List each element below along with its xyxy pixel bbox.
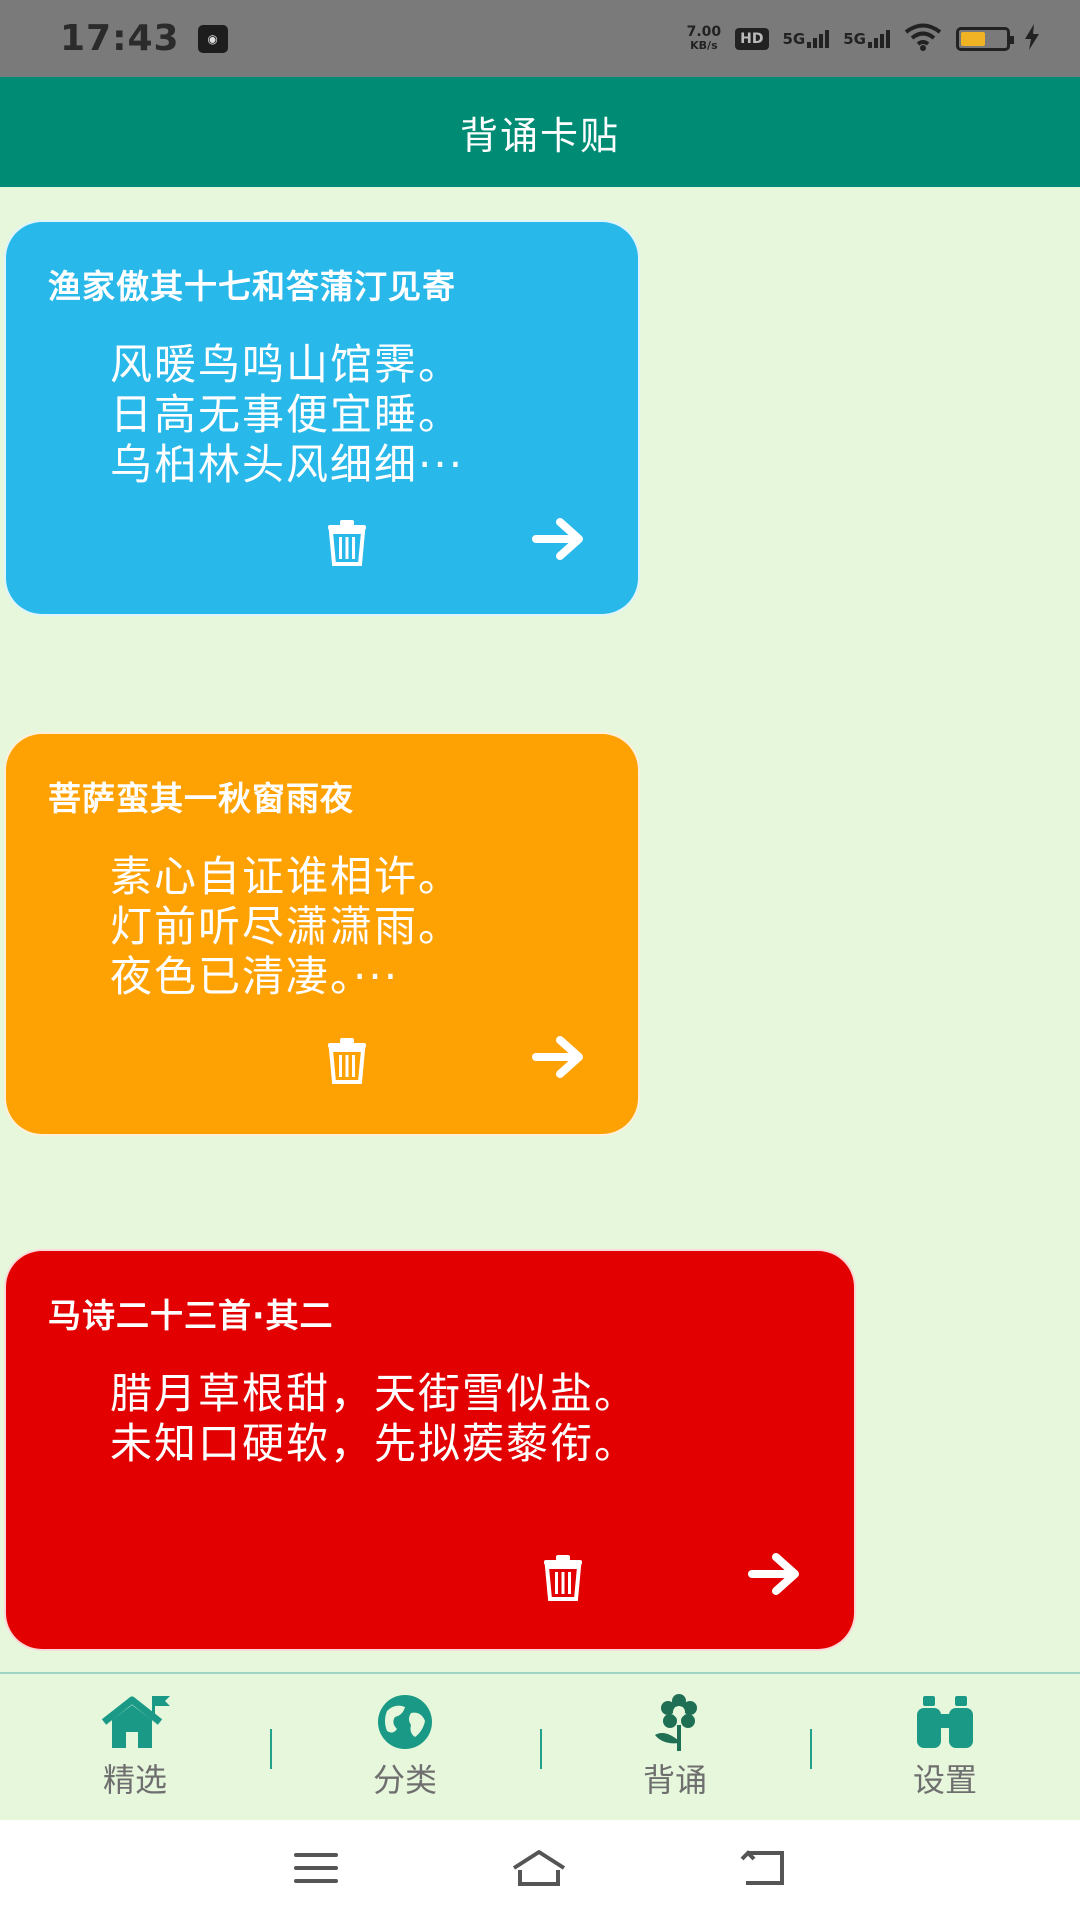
signal-1-icon: 5G bbox=[783, 29, 830, 48]
card-title: 渔家傲其十七和答蒲汀见寄 bbox=[48, 267, 456, 306]
nav-label: 精选 bbox=[102, 1761, 167, 1799]
nav-item-recite[interactable]: 背诵 bbox=[540, 1674, 810, 1820]
charging-icon bbox=[1024, 23, 1040, 54]
arrow-right-icon[interactable] bbox=[748, 1547, 802, 1601]
hd-voice-icon: HD bbox=[735, 27, 769, 50]
card-poem-text: 风暖鸟鸣山馆霁。 日高无事便宜睡。 乌桕林头风细细··· bbox=[110, 340, 464, 490]
globe-icon bbox=[368, 1693, 442, 1751]
poem-line: 乌桕林头风细细··· bbox=[110, 440, 465, 489]
app-bar: 背诵卡贴 bbox=[0, 77, 1080, 187]
poem-line: 腊月草根甜，天街雪似盐。 bbox=[110, 1369, 639, 1418]
status-time: 17:43 bbox=[60, 18, 180, 59]
page-title: 背诵卡贴 bbox=[459, 113, 620, 158]
battery-icon bbox=[956, 26, 1014, 51]
home-nav-icon[interactable] bbox=[510, 1848, 568, 1892]
bottom-nav: 精选 分类 背诵 设置 bbox=[0, 1672, 1080, 1820]
flower-icon bbox=[638, 1693, 712, 1751]
menu-icon[interactable] bbox=[292, 1851, 340, 1889]
poem-line: 未知口硬软，先拟蒺藜衔。 bbox=[110, 1419, 639, 1468]
notification-app-icon: ◉ bbox=[197, 24, 228, 53]
poem-line: 风暖鸟鸣山馆霁。 bbox=[110, 340, 463, 389]
status-bar: 17:43 ◉ 7.00 KB/s HD 5G 5G bbox=[0, 0, 1080, 77]
card-poem-text: 腊月草根甜，天街雪似盐。 未知口硬软，先拟蒺藜衔。 bbox=[110, 1369, 638, 1469]
poem-line: 夜色已清凄。··· bbox=[110, 952, 400, 1001]
nav-item-settings[interactable]: 设置 bbox=[810, 1674, 1080, 1820]
nav-label: 分类 bbox=[372, 1761, 437, 1799]
poem-line: 素心自证谁相许。 bbox=[110, 852, 463, 901]
poem-line: 灯前听尽潇潇雨。 bbox=[110, 902, 463, 951]
card-title: 菩萨蛮其一秋窗雨夜 bbox=[48, 779, 354, 818]
signal-2-icon: 5G bbox=[843, 29, 890, 48]
back-icon[interactable] bbox=[738, 1849, 788, 1891]
trash-icon[interactable] bbox=[320, 516, 374, 570]
wifi-icon bbox=[904, 23, 942, 55]
card-title: 马诗二十三首·其二 bbox=[48, 1296, 334, 1335]
card-list: 渔家傲其十七和答蒲汀见寄 风暖鸟鸣山馆霁。 日高无事便宜睡。 乌桕林头风细细··… bbox=[0, 187, 1080, 1672]
trash-icon[interactable] bbox=[536, 1551, 590, 1605]
poem-line: 日高无事便宜睡。 bbox=[110, 390, 463, 439]
nav-label: 背诵 bbox=[642, 1761, 707, 1799]
nav-item-featured[interactable]: 精选 bbox=[0, 1674, 270, 1820]
trash-icon[interactable] bbox=[320, 1034, 374, 1088]
binoculars-icon bbox=[908, 1693, 982, 1751]
nav-label: 设置 bbox=[912, 1761, 977, 1799]
arrow-right-icon[interactable] bbox=[532, 512, 586, 566]
card-poem-text: 素心自证谁相许。 灯前听尽潇潇雨。 夜色已清凄。··· bbox=[110, 852, 462, 1002]
recite-card[interactable]: 菩萨蛮其一秋窗雨夜 素心自证谁相许。 灯前听尽潇潇雨。 夜色已清凄。··· bbox=[4, 732, 640, 1136]
home-icon bbox=[98, 1693, 172, 1751]
nav-item-category[interactable]: 分类 bbox=[270, 1674, 540, 1820]
recite-card[interactable]: 马诗二十三首·其二 腊月草根甜，天街雪似盐。 未知口硬软，先拟蒺藜衔。 bbox=[4, 1249, 856, 1651]
net-speed: 7.00 KB/s bbox=[686, 23, 722, 52]
system-nav-bar bbox=[0, 1820, 1080, 1920]
recite-card[interactable]: 渔家傲其十七和答蒲汀见寄 风暖鸟鸣山馆霁。 日高无事便宜睡。 乌桕林头风细细··… bbox=[4, 220, 640, 616]
arrow-right-icon[interactable] bbox=[532, 1030, 586, 1084]
